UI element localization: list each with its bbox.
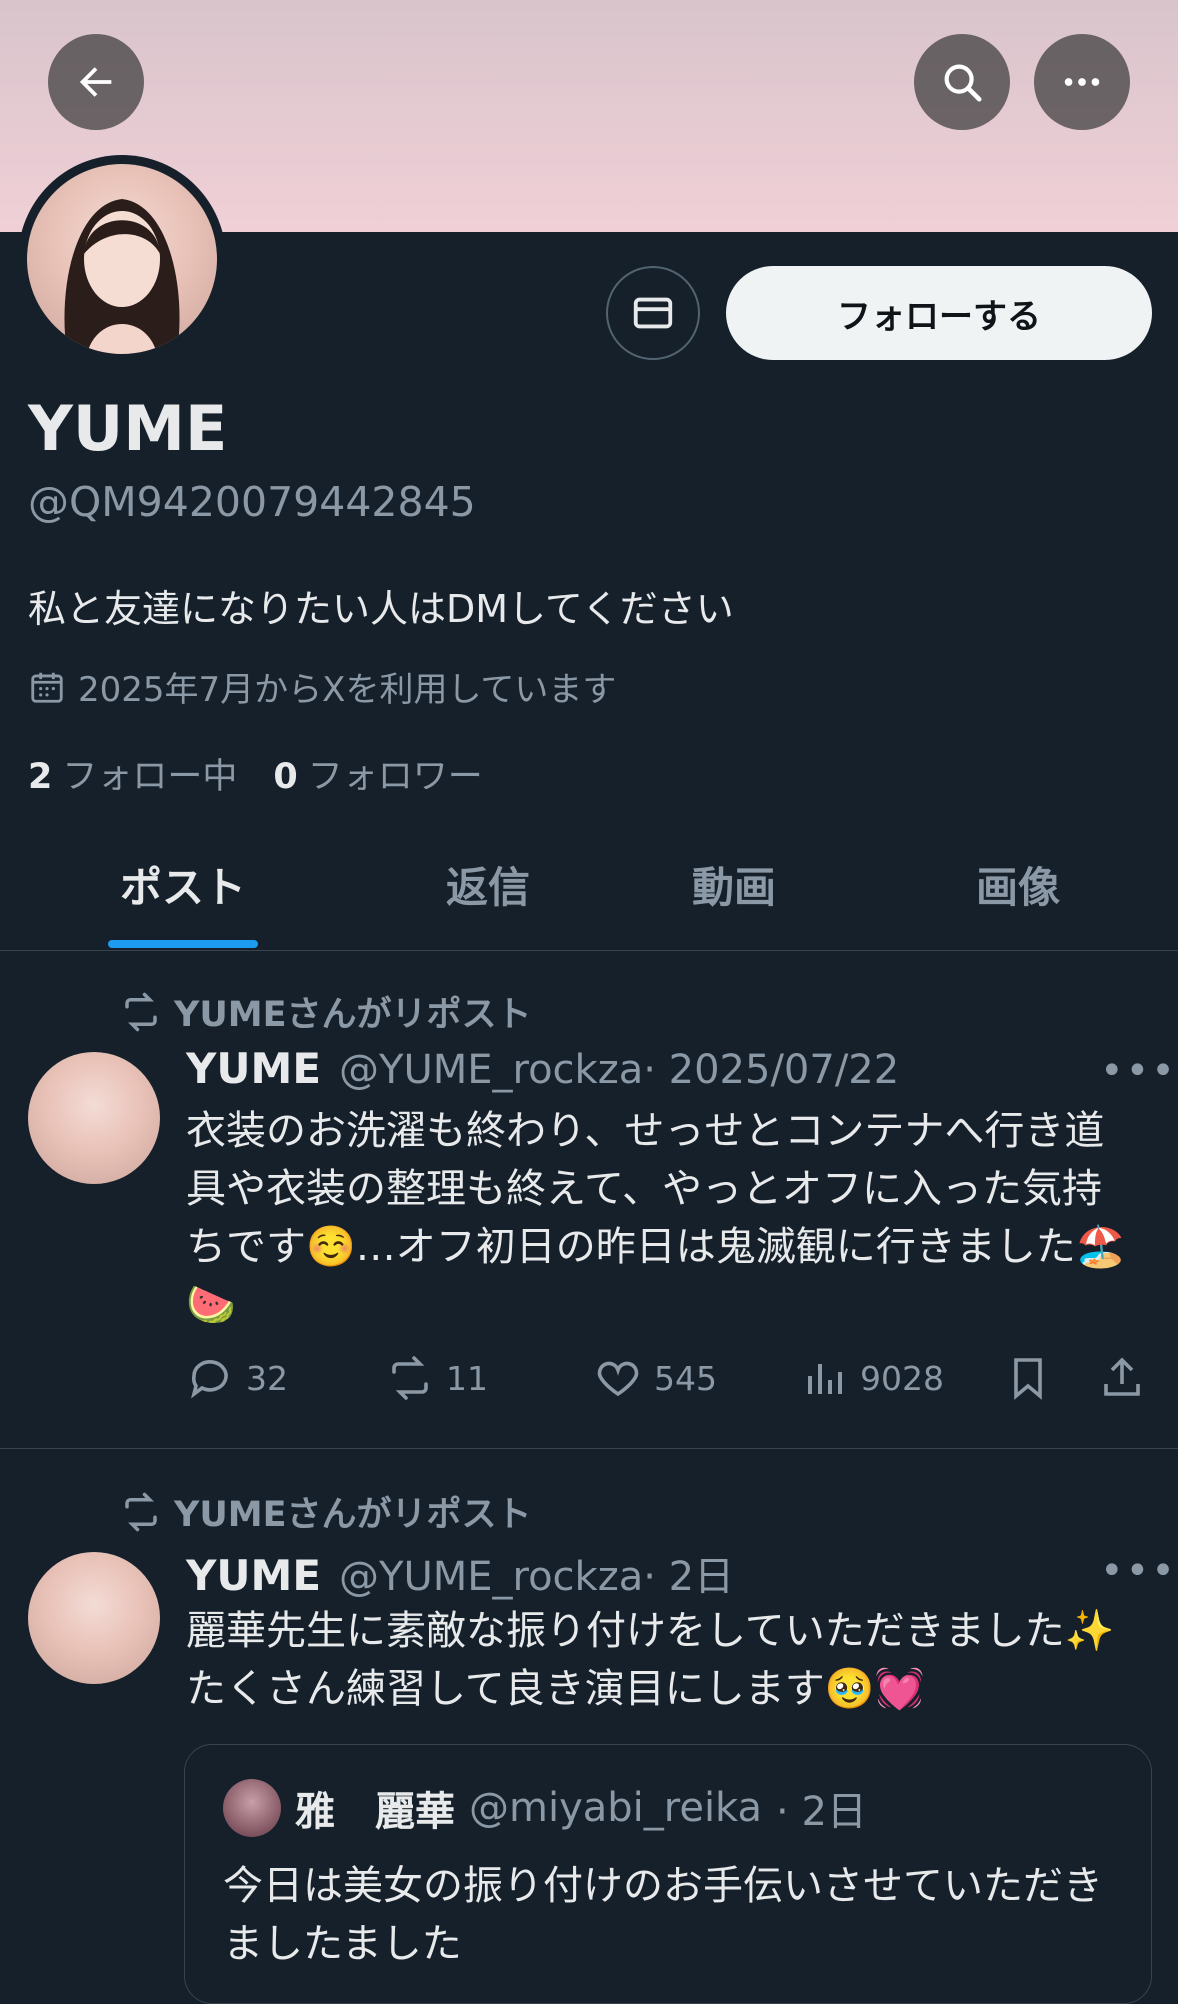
repost-icon	[392, 1356, 428, 1400]
share-icon	[1104, 1357, 1140, 1396]
profile-bio: 私と友達になりたい人はDMしてください	[28, 587, 734, 631]
search-icon	[944, 64, 982, 102]
search-button[interactable]	[914, 34, 1010, 130]
quote-author: 雅 麗華	[295, 1789, 455, 1835]
follow-stats: 2 フォロー中 0 フォロワー	[28, 748, 483, 799]
post-text: 麗華先生に素敵な振り付けをしていただきました✨たくさん練習して良き演目にします🥹…	[186, 1608, 1115, 1712]
post-date[interactable]: · 2025/07/22	[643, 1047, 899, 1093]
quote-header: 雅 麗華 @miyabi_reika · 2日	[223, 1779, 867, 1837]
profile-handle: @QM9420079442845	[28, 478, 476, 526]
heart-icon	[597, 1361, 639, 1397]
quoted-post[interactable]: 雅 麗華 @miyabi_reika · 2日 今日は美女の振り付けのお手伝いさ…	[184, 1744, 1152, 2004]
post-divider	[0, 1448, 1178, 1449]
post-header: YUME @YUME_rockza · 2日	[186, 1544, 734, 1602]
avatar-image	[27, 164, 217, 354]
repost-button[interactable]: 11	[386, 1354, 488, 1402]
reply-icon	[191, 1360, 228, 1399]
profile-name: YUME	[28, 392, 228, 465]
repost-icon	[125, 1492, 157, 1531]
active-tab-indicator	[108, 940, 258, 948]
views-button[interactable]: 9028	[800, 1354, 944, 1402]
tab-posts[interactable]: ポスト	[120, 854, 246, 915]
join-date: 2025年7月からXを利用しています	[28, 662, 616, 711]
bookmark-icon	[1014, 1358, 1042, 1400]
quote-text: 今日は美女の振り付けのお手伝いさせていただきましたました	[223, 1863, 1103, 1967]
more-horizontal-icon	[1064, 78, 1100, 86]
more-options-button[interactable]	[1034, 34, 1130, 130]
quote-date: · 2日	[776, 1789, 867, 1835]
post-author[interactable]: YUME	[186, 1551, 321, 1600]
post-author[interactable]: YUME	[186, 1044, 321, 1093]
quote-handle: @miyabi_reika	[469, 1785, 763, 1831]
repost-indicator: YUMEさんがリポスト	[120, 1486, 532, 1537]
post-date[interactable]: · 2日	[643, 1544, 734, 1602]
reply-button[interactable]: 32	[186, 1354, 288, 1402]
tab-images[interactable]: 画像	[976, 854, 1060, 915]
avatar[interactable]	[28, 1052, 160, 1184]
arrow-left-icon	[79, 67, 112, 97]
quote-avatar[interactable]	[223, 1779, 281, 1837]
post-more-icon[interactable]: •••	[1100, 1048, 1177, 1094]
post-more-icon[interactable]: •••	[1100, 1548, 1177, 1594]
avatar[interactable]	[28, 1552, 160, 1684]
follow-button[interactable]: フォローする	[726, 266, 1152, 360]
tab-videos[interactable]: 動画	[692, 854, 776, 915]
post-handle[interactable]: @YUME_rockza	[339, 1554, 643, 1600]
mail-icon	[633, 297, 673, 329]
message-button[interactable]	[606, 266, 700, 360]
post-text: 衣装のお洗濯も終わり、せっせとコンテナへ行き道具や衣装の整理も終えて、やっとオフ…	[186, 1108, 1126, 1328]
following-link[interactable]: 2 フォロー中	[28, 748, 237, 799]
tab-replies[interactable]: 返信	[446, 854, 530, 915]
followers-link[interactable]: 0 フォロワー	[273, 748, 482, 799]
repost-indicator: YUMEさんがリポスト	[120, 986, 532, 1037]
share-button[interactable]	[1098, 1354, 1146, 1402]
profile-avatar[interactable]	[18, 155, 226, 363]
post-actions: 32 11 545 9028	[186, 1354, 1146, 1414]
repost-icon	[125, 992, 157, 1031]
back-button[interactable]	[48, 34, 144, 130]
post-header: YUME @YUME_rockza · 2025/07/22	[186, 1044, 899, 1093]
like-button[interactable]: 545	[594, 1354, 717, 1402]
calendar-icon	[31, 672, 63, 703]
views-chart-icon	[808, 1364, 842, 1394]
join-date-text: 2025年7月からXを利用しています	[78, 670, 617, 710]
bookmark-button[interactable]	[1004, 1354, 1052, 1402]
post-handle[interactable]: @YUME_rockza	[339, 1047, 643, 1093]
profile-tabs: ポスト 返信 動画 画像	[0, 836, 1178, 951]
